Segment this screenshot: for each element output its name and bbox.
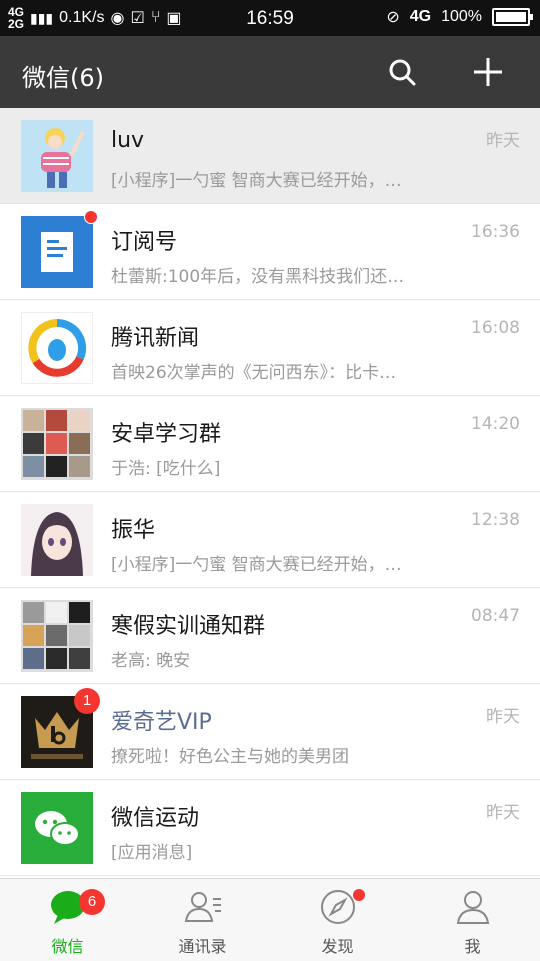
search-button[interactable] [384, 54, 420, 90]
chat-name: 振华 [111, 518, 156, 543]
network-right: 4G [409, 8, 432, 25]
chat-time: 14:20 [471, 414, 520, 434]
unread-count-badge: 1 [74, 688, 100, 714]
person-icon [456, 891, 489, 924]
bottom-tab-bar: 6 微信 通讯录 发现 我 [0, 878, 540, 961]
chat-preview: 于浩: [吃什么] [111, 459, 221, 479]
chat-time: 16:08 [471, 318, 520, 338]
chat-item-zhenhua[interactable]: 振华 [小程序]一勺蜜 智商大赛已经开始，… 12:38 [0, 492, 540, 588]
status-right: ⊘ 4G 100% [386, 7, 533, 27]
search-icon [389, 59, 416, 86]
battery-icon [492, 8, 533, 26]
avatar [21, 216, 93, 288]
wechat-sports-icon [21, 792, 93, 864]
avatar [21, 792, 93, 864]
chat-preview: 撩死啦！好色公主与她的美男团 [111, 747, 349, 767]
chat-preview: 杜蕾斯:100年后，没有黑科技我们还… [111, 267, 405, 287]
chat-preview: [应用消息] [111, 843, 193, 863]
chat-name: 微信运动 [111, 806, 200, 831]
chat-preview: 老高: 晚安 [111, 651, 191, 671]
chat-name: luv [111, 128, 145, 153]
chat-preview: 首映26次掌声的《无问西东》：比卡… [111, 363, 397, 383]
chat-name: 订阅号 [111, 230, 178, 255]
tab-label: 发现 [321, 937, 354, 956]
mute-icon: ⊘ [386, 9, 400, 26]
unread-dot [84, 210, 98, 224]
tab-contacts[interactable]: 通讯录 [135, 879, 270, 961]
compass-icon [320, 890, 355, 924]
chat-item-android-group[interactable]: 安卓学习群 于浩: [吃什么] 14:20 [0, 396, 540, 492]
tab-label: 通讯录 [178, 937, 227, 956]
subscription-icon [21, 216, 93, 288]
chat-name: 爱奇艺VIP [111, 710, 212, 735]
plus-icon [474, 58, 502, 86]
contacts-icon [184, 892, 221, 922]
chat-preview: [小程序]一勺蜜 智商大赛已经开始，… [111, 555, 402, 575]
avatar [21, 312, 93, 384]
chat-item-winter-training-group[interactable]: 寒假实训通知群 老高: 晚安 08:47 [0, 588, 540, 684]
chat-time: 16:36 [471, 222, 520, 242]
tencent-news-icon [22, 313, 92, 383]
avatar [21, 408, 93, 480]
group-avatar-grid [21, 408, 93, 480]
chat-item-tencent-news[interactable]: 腾讯新闻 首映26次掌声的《无问西东》：比卡… 16:08 [0, 300, 540, 396]
tab-discover[interactable]: 发现 [270, 879, 405, 961]
chat-item-wechat-sports[interactable]: 微信运动 [应用消息] 昨天 [0, 780, 540, 876]
chat-preview: [小程序]一勺蜜 智商大赛已经开始，… [111, 171, 402, 191]
chat-time: 昨天 [486, 131, 520, 151]
tab-label: 我 [464, 937, 481, 956]
avatar [21, 600, 93, 672]
chat-item-luv[interactable]: luv [小程序]一勺蜜 智商大赛已经开始，… 昨天 [0, 108, 540, 204]
chat-time: 昨天 [486, 803, 520, 823]
unread-dot [353, 889, 365, 901]
chat-time: 12:38 [471, 510, 520, 530]
chat-time: 昨天 [486, 707, 520, 727]
chat-list: luv [小程序]一勺蜜 智商大赛已经开始，… 昨天 订阅号 杜蕾斯:100年后… [0, 108, 540, 878]
chat-time: 08:47 [471, 606, 520, 626]
status-bar: 4G 2G ▮▮▮ 0.1K/s ◉ ☑ ⑂ ▣ 16:59 ⊘ 4G 100% [0, 0, 540, 36]
unread-count-badge: 6 [79, 889, 105, 915]
page-title: 微信(6) [22, 64, 104, 92]
add-button[interactable] [470, 54, 506, 90]
battery-percent: 100% [441, 8, 482, 25]
tab-label: 微信 [51, 937, 84, 956]
tab-me[interactable]: 我 [405, 879, 540, 961]
chat-name: 寒假实训通知群 [111, 614, 266, 639]
chat-item-subscriptions[interactable]: 订阅号 杜蕾斯:100年后，没有黑科技我们还… 16:36 [0, 204, 540, 300]
group-avatar-grid [21, 600, 93, 672]
avatar [21, 120, 93, 192]
chat-name: 安卓学习群 [111, 422, 222, 447]
avatar [21, 504, 93, 576]
chat-item-iqiyi-vip[interactable]: 1 爱奇艺VIP 撩死啦！好色公主与她的美男团 昨天 [0, 684, 540, 780]
title-bar: 微信(6) [0, 36, 540, 108]
chat-name: 腾讯新闻 [111, 326, 200, 351]
tab-wechat[interactable]: 6 微信 [0, 879, 135, 961]
